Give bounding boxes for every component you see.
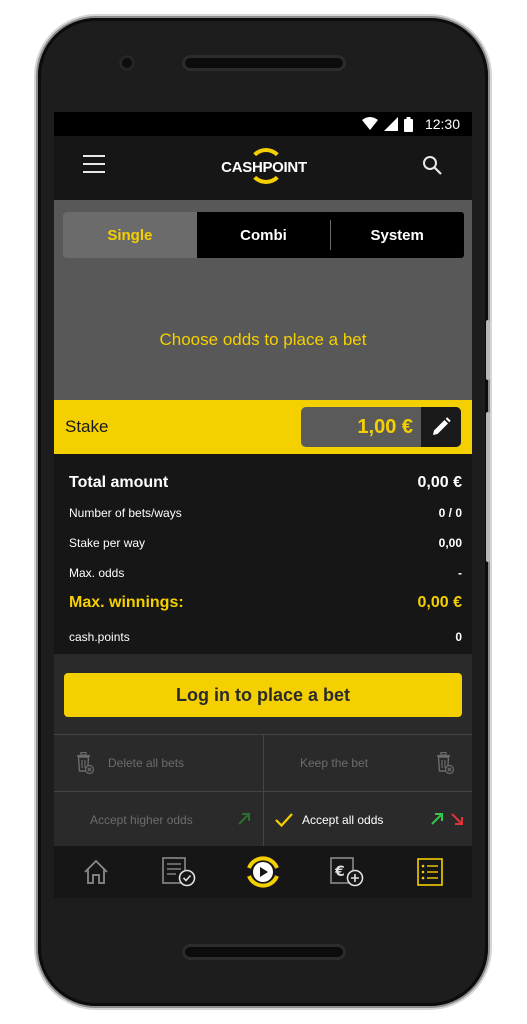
bets-ways-row: Number of bets/ways 0 / 0 — [69, 506, 462, 520]
keep-the-bet-label: Keep the bet — [300, 756, 369, 770]
nav-live[interactable] — [221, 846, 305, 898]
stake-input[interactable]: 1,00 € — [301, 407, 461, 447]
max-odds-row: Max. odds - — [69, 566, 462, 580]
login-to-bet-button[interactable]: Log in to place a bet — [64, 673, 462, 717]
stake-label: Stake — [65, 417, 109, 436]
svg-text:€: € — [334, 864, 345, 880]
wifi-icon — [361, 117, 378, 130]
trash-icon — [437, 752, 454, 774]
home-icon — [84, 859, 108, 884]
status-bar: 12:30 — [54, 112, 472, 136]
delete-all-bets-label: Delete all bets — [108, 756, 185, 770]
bet-type-tabs: Single Combi System — [63, 212, 464, 258]
cash-points-value: 0 — [455, 630, 462, 644]
tab-single[interactable]: Single — [63, 212, 197, 258]
login-area: Log in to place a bet — [54, 654, 472, 734]
accept-all-odds-option[interactable]: Accept all odds — [264, 792, 472, 848]
live-play-icon — [247, 856, 279, 888]
pencil-icon — [433, 417, 451, 435]
nav-deposit[interactable]: € — [305, 846, 389, 898]
total-amount-value: 0,00 € — [417, 474, 462, 491]
stake-bar: Stake 1,00 € — [54, 400, 472, 454]
keep-the-bet-button[interactable]: Keep the bet — [264, 735, 472, 791]
betslip-icon — [417, 858, 443, 886]
battery-icon — [403, 116, 413, 132]
status-time: 12:30 — [424, 116, 460, 132]
bets-ways-label: Number of bets/ways — [69, 506, 182, 520]
edit-stake-button[interactable] — [421, 407, 461, 447]
nav-home[interactable] — [54, 846, 138, 898]
empty-betslip-message: Choose odds to place a bet — [159, 330, 367, 349]
total-amount-row: Total amount 0,00 € — [69, 474, 462, 492]
my-bets-icon — [162, 857, 196, 887]
tab-combi[interactable]: Combi — [197, 212, 331, 258]
search-icon[interactable] — [422, 155, 442, 175]
stake-per-way-label: Stake per way — [69, 536, 146, 550]
checkmark-icon — [275, 813, 293, 828]
volume-button — [486, 320, 490, 380]
cashpoint-logo: CASHPOINT — [214, 146, 314, 190]
tab-system[interactable]: System — [330, 212, 464, 258]
trash-icon — [77, 752, 94, 774]
bottom-speaker — [182, 944, 346, 960]
stake-value: 1,00 € — [357, 416, 413, 438]
accept-higher-odds-label: Accept higher odds — [90, 813, 193, 827]
app-screen: 12:30 CASHPOINT Single Combi System Choo… — [54, 112, 472, 898]
bet-options: Delete all bets Keep the bet Accept high… — [54, 734, 472, 848]
deposit-icon: € — [329, 857, 363, 887]
bet-summary: Total amount 0,00 € Number of bets/ways … — [54, 454, 472, 654]
max-winnings-label: Max. winnings: — [69, 594, 184, 611]
max-odds-label: Max. odds — [69, 566, 125, 580]
front-camera — [119, 55, 135, 71]
cellular-signal-icon — [383, 117, 398, 131]
max-odds-value: - — [458, 566, 462, 580]
bottom-navigation: € — [54, 846, 472, 898]
arrow-up-right-icon — [431, 813, 443, 825]
power-button — [486, 412, 490, 562]
nav-my-bets[interactable] — [138, 846, 222, 898]
arrow-up-right-icon — [238, 813, 250, 825]
bets-ways-value: 0 / 0 — [438, 506, 462, 520]
cash-points-label: cash.points — [69, 630, 130, 644]
nav-betslip[interactable] — [388, 846, 472, 898]
stake-per-way-value: 0,00 — [438, 536, 462, 550]
accept-higher-odds-option[interactable]: Accept higher odds — [54, 792, 263, 848]
arrow-down-right-icon — [451, 813, 463, 825]
stake-per-way-row: Stake per way 0,00 — [69, 536, 462, 550]
delete-all-bets-button[interactable]: Delete all bets — [54, 735, 263, 791]
betslip-content: Single Combi System Choose odds to place… — [54, 200, 472, 400]
top-speaker — [182, 55, 346, 71]
accept-all-odds-label: Accept all odds — [302, 813, 384, 827]
max-winnings-row: Max. winnings: 0,00 € — [69, 594, 462, 612]
max-winnings-value: 0,00 € — [417, 594, 462, 611]
cash-points-row: cash.points 0 — [69, 630, 462, 644]
app-bar: CASHPOINT — [54, 136, 472, 200]
total-amount-label: Total amount — [69, 474, 169, 491]
menu-icon[interactable] — [83, 155, 105, 173]
